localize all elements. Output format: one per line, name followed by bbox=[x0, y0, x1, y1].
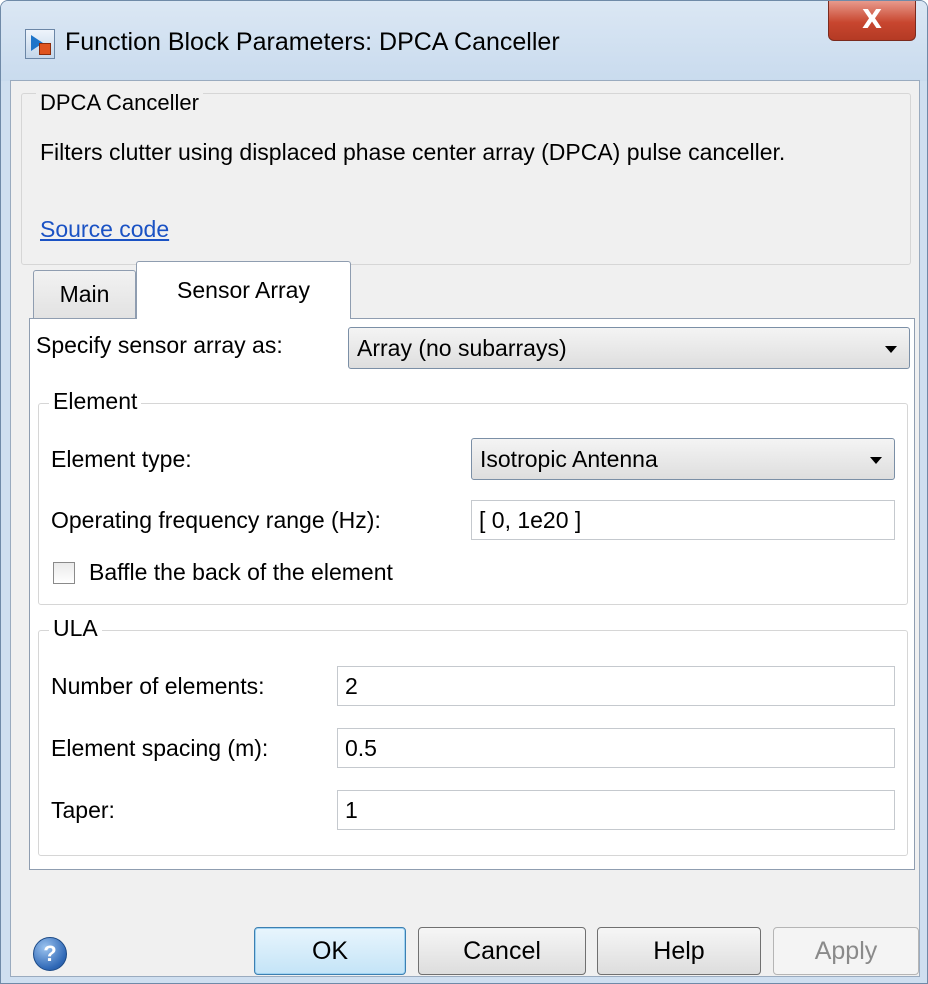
ula-group-title: ULA bbox=[49, 615, 102, 642]
element-spacing-field[interactable]: 0.5 bbox=[337, 728, 895, 768]
operating-frequency-label: Operating frequency range (Hz): bbox=[51, 507, 381, 533]
block-name-heading: DPCA Canceller bbox=[36, 90, 203, 116]
title-bar[interactable]: Function Block Parameters: DPCA Cancelle… bbox=[1, 1, 927, 81]
window-title: Function Block Parameters: DPCA Cancelle… bbox=[65, 28, 560, 56]
cancel-button[interactable]: Cancel bbox=[418, 927, 586, 975]
dialog-client-area: DPCA Canceller Filters clutter using dis… bbox=[10, 80, 920, 977]
element-type-value: Isotropic Antenna bbox=[480, 446, 658, 472]
element-type-label: Element type: bbox=[51, 446, 192, 472]
chevron-down-icon bbox=[870, 457, 882, 464]
sensor-array-panel: Specify sensor array as: Array (no subar… bbox=[29, 318, 915, 870]
apply-button[interactable]: Apply bbox=[773, 927, 919, 975]
specify-sensor-array-value: Array (no subarrays) bbox=[357, 335, 567, 361]
help-icon[interactable]: ? bbox=[33, 937, 67, 971]
chevron-down-icon bbox=[885, 346, 897, 353]
number-of-elements-label: Number of elements: bbox=[51, 673, 265, 699]
button-bar: ? OK Cancel Help Apply bbox=[11, 881, 919, 976]
element-group: Element Element type: Isotropic Antenna … bbox=[38, 388, 908, 605]
dialog-window: Function Block Parameters: DPCA Cancelle… bbox=[0, 0, 928, 984]
element-spacing-label: Element spacing (m): bbox=[51, 735, 269, 761]
taper-label: Taper: bbox=[51, 797, 115, 823]
ula-group: ULA Number of elements: 2 Element spacin… bbox=[38, 615, 908, 856]
operating-frequency-field[interactable]: [ 0, 1e20 ] bbox=[471, 500, 895, 540]
source-code-link[interactable]: Source code bbox=[40, 216, 169, 243]
element-group-title: Element bbox=[49, 388, 142, 415]
element-type-dropdown[interactable]: Isotropic Antenna bbox=[471, 438, 895, 480]
taper-field[interactable]: 1 bbox=[337, 790, 895, 830]
ok-button[interactable]: OK bbox=[254, 927, 406, 975]
baffle-checkbox[interactable] bbox=[53, 562, 75, 584]
help-button[interactable]: Help bbox=[597, 927, 761, 975]
baffle-checkbox-label: Baffle the back of the element bbox=[89, 559, 393, 585]
tab-main[interactable]: Main bbox=[33, 270, 136, 318]
specify-sensor-array-label: Specify sensor array as: bbox=[36, 332, 283, 358]
description-group: DPCA Canceller Filters clutter using dis… bbox=[21, 90, 911, 265]
specify-sensor-array-dropdown[interactable]: Array (no subarrays) bbox=[348, 327, 910, 369]
block-description: Filters clutter using displaced phase ce… bbox=[40, 139, 786, 165]
simulink-block-icon bbox=[25, 29, 55, 59]
number-of-elements-field[interactable]: 2 bbox=[337, 666, 895, 706]
tab-sensor-array[interactable]: Sensor Array bbox=[136, 261, 351, 319]
close-button[interactable]: X bbox=[828, 1, 916, 41]
